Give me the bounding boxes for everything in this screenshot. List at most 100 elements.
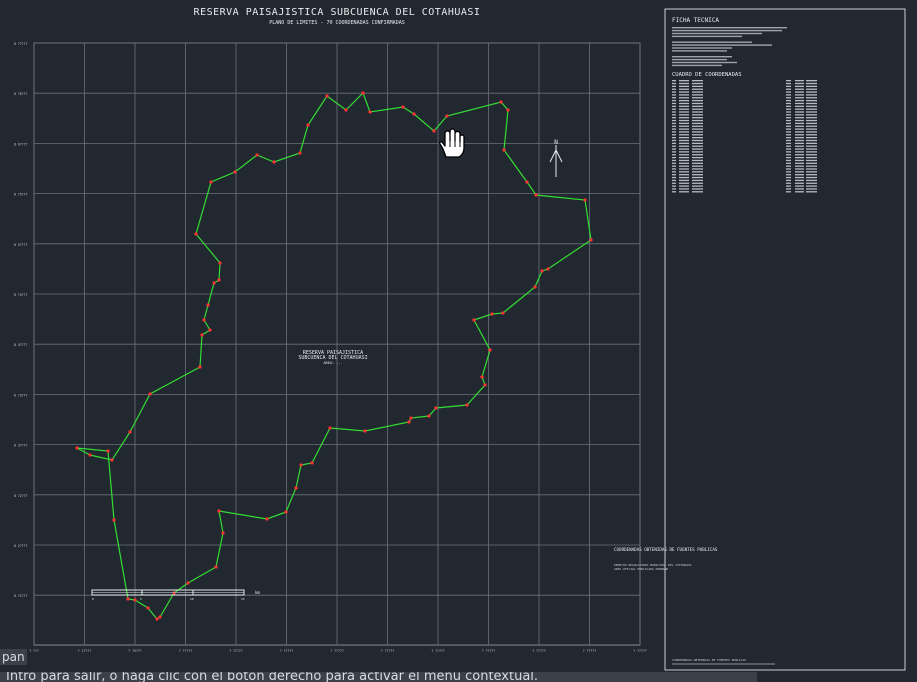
table-cell <box>806 80 817 82</box>
table-cell <box>786 119 791 122</box>
table-cell <box>672 137 676 139</box>
table-cell <box>679 137 689 139</box>
drawing-canvas[interactable]: 8 7???? 8 ?6??? 8 6???? 8 ?5??? 8 5???? 8 ?4?… <box>0 0 917 682</box>
boundary-vertex <box>427 414 431 418</box>
table-cell <box>786 151 791 153</box>
table-cell <box>806 97 817 99</box>
table-cell <box>692 88 703 90</box>
table-cell <box>672 139 676 142</box>
boundary-vertex <box>112 518 116 522</box>
table-cell <box>679 145 689 147</box>
table-cell <box>692 134 703 136</box>
boundary-vertex <box>206 303 210 307</box>
ficha-description-lines <box>672 27 787 67</box>
table-cell <box>679 108 689 110</box>
table-cell <box>806 174 817 176</box>
table-cell <box>692 165 703 167</box>
table-cell <box>786 142 791 144</box>
table-cell <box>786 171 791 173</box>
table-cell <box>795 168 804 170</box>
table-cell <box>795 156 804 159</box>
table-cell <box>692 176 703 179</box>
boundary-vertex <box>409 416 413 420</box>
table-cell <box>672 171 676 173</box>
table-cell <box>806 125 817 127</box>
y-tick-label: 8 ?2??? <box>14 494 28 498</box>
table-cell <box>795 148 804 150</box>
table-cell <box>786 128 791 130</box>
center-label-area: AREA: --- <box>324 361 343 365</box>
x-tick-label: ? ????? <box>431 649 445 653</box>
table-cell <box>672 182 676 184</box>
boundary-vertex <box>194 232 198 236</box>
table-cell <box>692 159 703 162</box>
command-name-label: pan <box>0 649 27 665</box>
x-tick-label: ? ????? <box>280 649 294 653</box>
table-cell <box>806 159 817 162</box>
table-cell <box>672 108 676 110</box>
ficha-line <box>672 44 772 46</box>
table-cell <box>672 151 676 153</box>
table-cell <box>679 188 689 190</box>
table-cell <box>786 97 791 99</box>
table-cell <box>692 182 703 184</box>
table-cell <box>786 131 791 133</box>
table-cell <box>672 117 676 119</box>
ficha-line <box>672 50 727 52</box>
table-cell <box>806 114 817 116</box>
table-cell <box>679 156 689 159</box>
table-cell <box>692 99 703 102</box>
table-cell <box>786 122 791 125</box>
y-tick-label: 8 4???? <box>14 343 28 347</box>
boundary-vertex <box>328 426 332 430</box>
table-cell <box>692 94 703 96</box>
table-cell <box>795 99 804 102</box>
drawing-subtitle: PLANO DE LIMITES - 70 COORDENADAS CONFIR… <box>269 20 404 26</box>
table-cell <box>672 119 676 122</box>
table-cell <box>786 188 791 190</box>
table-cell <box>795 162 804 164</box>
table-cell <box>672 176 676 179</box>
boundary-vertex <box>472 318 476 322</box>
table-cell <box>672 99 676 102</box>
ficha-line <box>672 27 787 29</box>
table-cell <box>786 80 791 82</box>
table-cell <box>795 188 804 190</box>
table-cell <box>795 151 804 153</box>
boundary-vertex <box>546 267 550 271</box>
boundary-vertex <box>272 160 276 164</box>
boundary-vertex <box>344 108 348 112</box>
table-cell <box>795 105 804 107</box>
table-cell <box>679 171 689 173</box>
table-cell <box>786 114 791 116</box>
boundary-vertex <box>214 565 218 569</box>
table-cell <box>672 82 676 85</box>
table-cell <box>806 148 817 150</box>
table-cell <box>672 134 676 136</box>
boundary-vertex <box>146 606 150 610</box>
table-cell <box>795 191 804 193</box>
table-cell <box>692 119 703 122</box>
table-cell <box>806 134 817 136</box>
table-cell <box>806 179 817 182</box>
table-cell <box>786 105 791 107</box>
table-cell <box>786 117 791 119</box>
table-cell <box>692 156 703 159</box>
table-cell <box>786 185 791 187</box>
table-cell <box>786 99 791 102</box>
coordinates-table-title: CUADRO DE COORDENADAS <box>672 72 742 78</box>
hand-pan-icon <box>439 128 465 158</box>
boundary-vertex <box>294 486 298 490</box>
table-cell <box>672 179 676 182</box>
command-line[interactable]: Intro para salir, o haga clic con el bot… <box>0 672 757 682</box>
table-cell <box>692 128 703 130</box>
sources-note-line-2: AREA OFICIAL PUBLICADA SERNANP <box>614 567 668 571</box>
svg-text:10: 10 <box>190 597 194 601</box>
table-cell <box>692 145 703 147</box>
boundary-vertex <box>589 238 593 242</box>
table-cell <box>786 108 791 110</box>
table-cell <box>672 91 676 93</box>
table-cell <box>795 176 804 179</box>
table-cell <box>679 134 689 136</box>
table-cell <box>679 91 689 93</box>
